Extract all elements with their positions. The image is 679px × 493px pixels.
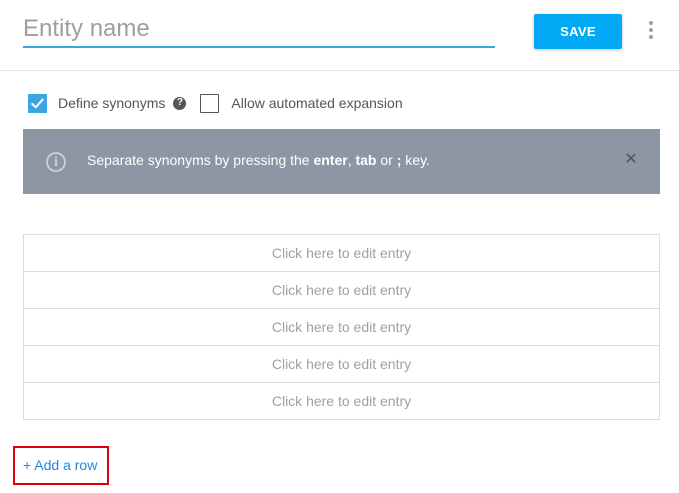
banner-key-tab: tab <box>355 151 377 168</box>
header: SAVE <box>0 0 679 71</box>
banner-key-enter: enter <box>313 151 348 168</box>
banner-message: Separate synonyms by pressing the enter,… <box>87 152 430 168</box>
entry-row[interactable]: Click here to edit entry <box>24 383 659 419</box>
banner-text-part: or <box>376 151 397 168</box>
more-options-icon[interactable] <box>645 19 657 41</box>
define-synonyms-label: Define synonyms <box>58 95 166 111</box>
more-options-dot <box>649 28 653 32</box>
entry-row[interactable]: Click here to edit entry <box>24 346 659 383</box>
entries-table: Click here to edit entry Click here to e… <box>23 234 660 420</box>
info-circle-icon: i <box>46 151 66 172</box>
entry-row[interactable]: Click here to edit entry <box>24 235 659 272</box>
banner-text-part: Separate synonyms by pressing the <box>87 151 314 168</box>
banner-text-part: key. <box>401 151 430 168</box>
add-row-link[interactable]: + Add a row <box>23 457 97 473</box>
more-options-dot <box>649 21 653 25</box>
entity-options: Define synonyms ? Allow automated expans… <box>28 92 403 114</box>
question-circle-icon[interactable]: ? <box>173 96 187 110</box>
info-banner: i Separate synonyms by pressing the ente… <box>23 129 660 194</box>
more-options-dot <box>649 35 653 39</box>
close-icon[interactable]: ✕ <box>624 152 638 168</box>
entity-editor: SAVE Define synonyms ? Allow automated e… <box>0 0 679 493</box>
save-button[interactable]: SAVE <box>534 14 622 49</box>
entry-row[interactable]: Click here to edit entry <box>24 309 659 346</box>
automated-expansion-checkbox[interactable] <box>200 93 220 113</box>
entity-name-input[interactable] <box>23 12 495 48</box>
automated-expansion-label: Allow automated expansion <box>231 95 403 111</box>
define-synonyms-checkbox[interactable] <box>28 93 47 113</box>
checkmark-icon <box>31 98 44 108</box>
entry-row[interactable]: Click here to edit entry <box>24 272 659 309</box>
